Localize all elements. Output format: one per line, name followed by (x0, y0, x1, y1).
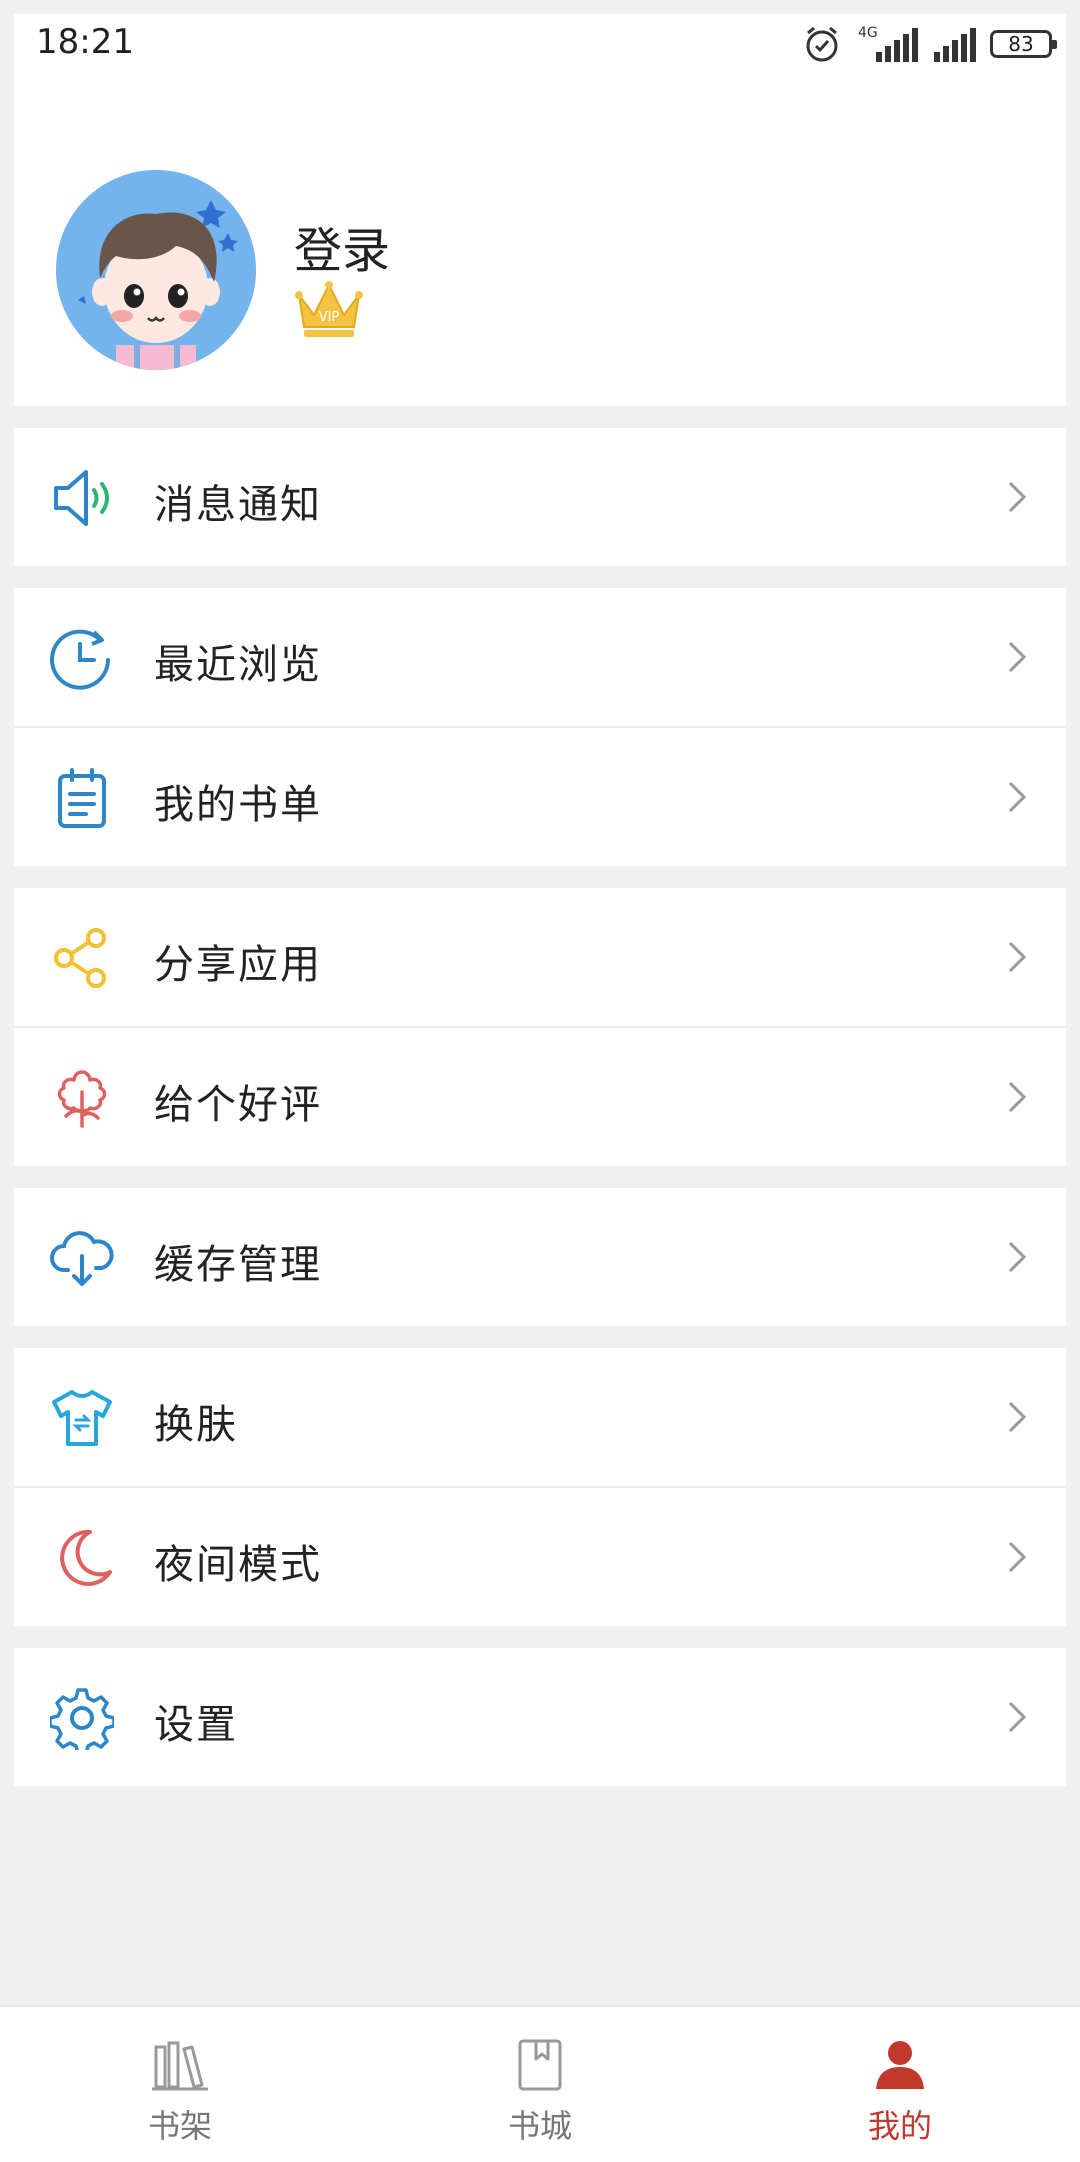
menu-item-label: 设置 (154, 1702, 238, 1748)
vip-crown-icon: VIP (295, 281, 363, 337)
alarm-icon (806, 26, 838, 62)
tab-bookshelf[interactable]: 书架 (80, 2007, 280, 2162)
tab-label: 书城 (507, 2107, 572, 2145)
signal-icon (934, 28, 976, 62)
menu-item-cache[interactable]: 缓存管理 (14, 1188, 1066, 1326)
user-icon (876, 2041, 924, 2089)
menu-item-share[interactable]: 分享应用 (14, 888, 1066, 1026)
flower-icon (57, 1070, 107, 1128)
chevron-right-icon (1008, 1241, 1027, 1273)
tshirt-icon (52, 1390, 112, 1446)
avatar-cartoon-boy-icon (56, 170, 256, 370)
notepad-icon (58, 768, 106, 828)
menu-group-cache: 缓存管理 (14, 1188, 1066, 1326)
menu-item-notifications[interactable]: 消息通知 (14, 428, 1066, 566)
menu-item-night-mode[interactable]: 夜间模式 (14, 1486, 1066, 1626)
chevron-right-icon (1008, 641, 1027, 673)
menu-item-recent[interactable]: 最近浏览 (14, 588, 1066, 726)
vip-label: VIP (319, 310, 340, 325)
tab-label: 我的 (867, 2107, 932, 2145)
menu-item-booklist[interactable]: 我的书单 (14, 726, 1066, 866)
menu-group-notifications: 消息通知 (14, 428, 1066, 566)
menu-item-label: 最近浏览 (154, 642, 322, 688)
menu-item-settings[interactable]: 设置 (14, 1648, 1066, 1786)
chevron-right-icon (1008, 1081, 1027, 1113)
menu-item-label: 我的书单 (154, 782, 322, 828)
signal-4g-icon: 4G (858, 25, 918, 62)
tab-bookstore[interactable]: 书城 (440, 2007, 640, 2162)
chevron-right-icon (1008, 1541, 1027, 1573)
cloud-download-icon (50, 1231, 114, 1286)
status-bar: 18:21 4G 83 (14, 14, 1066, 76)
menu-group-appearance: 换肤 夜间模式 (14, 1348, 1066, 1626)
menu-item-rate[interactable]: 给个好评 (14, 1026, 1066, 1166)
chevron-right-icon (1008, 481, 1027, 513)
avatar[interactable] (56, 170, 256, 370)
menu-item-label: 消息通知 (154, 482, 322, 528)
tab-mine[interactable]: 我的 (800, 2007, 1000, 2162)
menu-group-settings: 设置 (14, 1648, 1066, 1786)
chevron-right-icon (1008, 781, 1027, 813)
tab-label: 书架 (147, 2107, 212, 2145)
share-icon (54, 928, 106, 988)
battery-icon: 83 (990, 30, 1057, 58)
menu-item-label: 换肤 (154, 1402, 238, 1448)
menu-item-skin[interactable]: 换肤 (14, 1348, 1066, 1486)
moon-icon (60, 1529, 112, 1586)
login-label[interactable]: 登录 (294, 211, 390, 281)
gear-icon (50, 1688, 114, 1750)
chevron-right-icon (1008, 1401, 1027, 1433)
menu-item-label: 夜间模式 (154, 1542, 322, 1588)
battery-level: 83 (1008, 32, 1034, 56)
book-icon (518, 2039, 562, 2091)
bottom-tab-bar: 书架 书城 我的 (0, 2005, 1080, 2162)
chevron-right-icon (1008, 1701, 1027, 1733)
profile-header[interactable]: 登录 VIP (14, 76, 1066, 406)
history-clock-icon (50, 629, 110, 690)
menu-group-reading: 最近浏览 我的书单 (14, 588, 1066, 866)
speaker-icon (54, 470, 109, 526)
chevron-right-icon (1008, 941, 1027, 973)
status-icons: 4G 83 (802, 22, 1057, 66)
bookshelf-icon (152, 2041, 208, 2091)
status-time: 18:21 (36, 22, 134, 62)
network-label: 4G (858, 25, 878, 41)
menu-item-label: 缓存管理 (154, 1242, 322, 1288)
menu-group-social: 分享应用 给个好评 (14, 888, 1066, 1166)
menu-item-label: 给个好评 (154, 1082, 322, 1128)
menu-item-label: 分享应用 (154, 942, 322, 988)
